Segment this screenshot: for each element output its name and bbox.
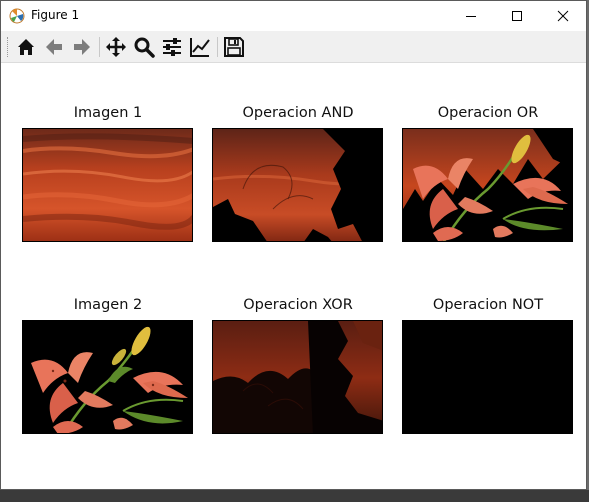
edit-axis-button[interactable] — [189, 36, 211, 58]
back-button[interactable] — [43, 36, 65, 58]
subplot-title: Operacion XOR — [243, 297, 353, 313]
back-arrow-icon — [46, 39, 62, 55]
zoom-button[interactable] — [133, 36, 155, 58]
home-icon — [18, 39, 34, 55]
pan-button[interactable] — [105, 36, 127, 58]
subplot-operacion-not — [402, 320, 573, 434]
and-result-image — [213, 129, 382, 241]
figure-window: Figure 1 Imagen 1 Operacion AND Operacio… — [0, 0, 587, 490]
toolbar-grip[interactable] — [7, 37, 11, 57]
minimize-button[interactable] — [448, 1, 494, 31]
save-floppy-icon — [224, 37, 244, 57]
subplot-imagen-2 — [22, 320, 193, 434]
toolbar-separator — [217, 37, 218, 57]
subplot-title: Imagen 2 — [73, 297, 143, 313]
close-icon — [557, 10, 569, 22]
configure-subplots-button[interactable] — [161, 36, 183, 58]
pan-move-icon — [106, 37, 126, 57]
maximize-button[interactable] — [494, 1, 540, 31]
subplot-title: Imagen 1 — [73, 105, 143, 121]
desktop-strip — [0, 490, 589, 502]
forward-arrow-icon — [74, 39, 90, 55]
title-bar: Figure 1 — [1, 1, 586, 31]
not-result-image — [403, 321, 572, 433]
subplot-title: Operacion AND — [242, 105, 354, 121]
subplot-title: Operacion NOT — [432, 297, 544, 313]
window-title: Figure 1 — [31, 8, 80, 22]
home-button[interactable] — [15, 36, 37, 58]
zoom-magnifier-icon — [134, 37, 155, 58]
sunset-image — [23, 129, 192, 241]
configure-subplots-icon — [163, 38, 181, 56]
close-button[interactable] — [540, 1, 586, 31]
lily-image — [23, 321, 192, 433]
or-result-image — [403, 129, 572, 241]
minimize-icon — [466, 16, 476, 17]
subplot-imagen-1 — [22, 128, 193, 242]
forward-button[interactable] — [71, 36, 93, 58]
matplotlib-app-icon — [9, 8, 25, 24]
subplot-operacion-or — [402, 128, 573, 242]
navigation-toolbar — [1, 31, 586, 63]
subplot-title: Operacion OR — [437, 105, 539, 121]
maximize-icon — [512, 11, 522, 21]
figure-canvas[interactable]: Imagen 1 Operacion AND Operacion OR Imag… — [1, 63, 586, 489]
toolbar-separator — [99, 37, 100, 57]
subplot-operacion-and — [212, 128, 383, 242]
xor-result-image — [213, 321, 382, 433]
edit-axis-icon — [190, 38, 210, 57]
subplot-operacion-xor — [212, 320, 383, 434]
save-button[interactable] — [223, 36, 245, 58]
